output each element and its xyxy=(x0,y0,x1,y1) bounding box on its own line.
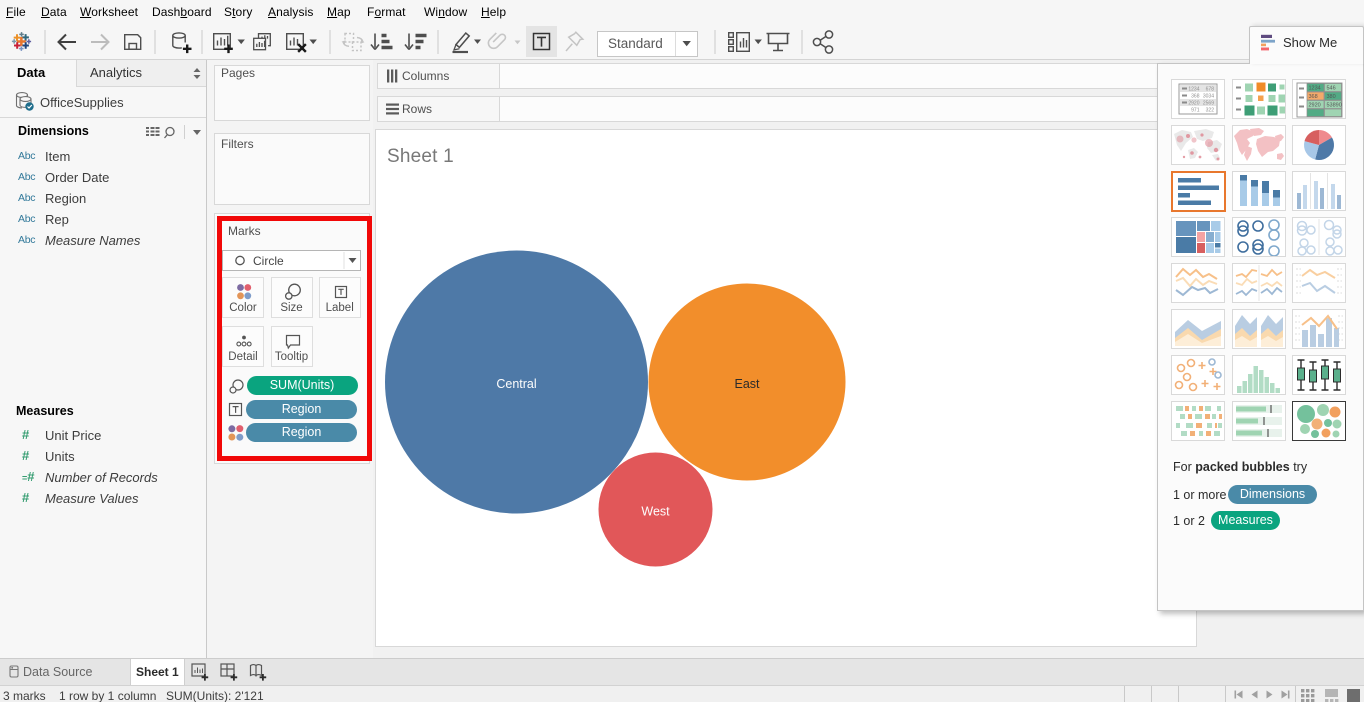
svg-text:2920: 2920 xyxy=(1309,103,1321,109)
svg-text:322: 322 xyxy=(1206,108,1215,114)
svg-text:368: 368 xyxy=(1309,94,1318,100)
svg-text:1234: 1234 xyxy=(1309,86,1321,92)
svg-text:971: 971 xyxy=(1191,108,1200,114)
svg-text:3034: 3034 xyxy=(1203,94,1214,100)
svg-text:1234: 1234 xyxy=(1188,87,1199,93)
svg-text:Standard: Standard xyxy=(608,36,663,51)
svg-text:546: 546 xyxy=(1327,86,1336,92)
svg-text:West: West xyxy=(641,505,670,519)
svg-text:Central: Central xyxy=(496,377,536,391)
svg-text:368: 368 xyxy=(1191,94,1200,100)
svg-text:53890: 53890 xyxy=(1327,103,1342,109)
svg-text:678: 678 xyxy=(1206,87,1215,93)
svg-text:380: 380 xyxy=(1327,94,1336,100)
svg-text:2569: 2569 xyxy=(1203,101,1214,107)
svg-text:2920: 2920 xyxy=(1188,101,1199,107)
svg-text:East: East xyxy=(734,377,760,391)
